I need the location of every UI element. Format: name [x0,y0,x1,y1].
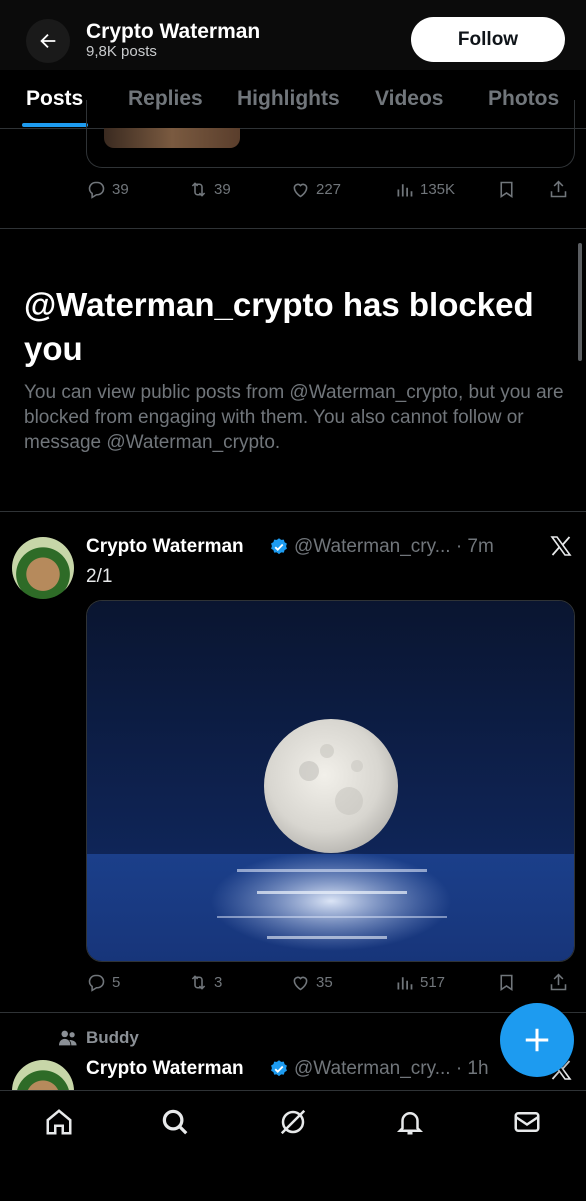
views-chart-icon [397,184,413,197]
like-count: 35 [316,974,333,991]
share-button[interactable] [548,972,569,993]
messages-icon[interactable] [512,1107,542,1137]
bottom-navigation [0,1090,586,1201]
like-button[interactable]: 227 [290,179,341,200]
views-button[interactable]: 135K [394,179,455,200]
notifications-icon[interactable] [395,1107,425,1137]
reply-button[interactable]: 5 [86,972,120,993]
like-count: 227 [316,181,342,198]
views-chart-icon [397,977,413,990]
bookmark-icon [500,181,513,198]
views-count: 517 [420,974,446,991]
previous-post-actions: 39 39 227 135K [86,179,576,203]
blocked-title: @Waterman_crypto has blocked you [24,286,534,367]
share-icon [550,180,567,198]
reply-count: 5 [112,974,121,991]
bookmark-icon [500,974,513,991]
post-count: 9,8K posts [86,43,157,60]
blocked-description: You can view public posts from @Waterman… [24,382,564,453]
back-arrow-icon [40,33,56,49]
views-button[interactable]: 517 [394,972,445,993]
reply-icon [88,181,105,199]
moon-over-sea-image [87,601,574,961]
views-count: 135K [420,181,456,198]
heart-icon [293,976,308,991]
tab-posts[interactable]: Posts [26,87,83,111]
bookmark-button[interactable] [496,972,517,993]
post-author-name[interactable]: Crypto Waterman [86,1058,244,1080]
home-icon[interactable] [44,1107,74,1137]
community-context[interactable]: Buddy [58,1028,139,1048]
x-logo-icon[interactable] [549,534,573,558]
reply-icon [88,974,105,992]
repost-count: 39 [214,181,231,198]
post-text: 2/1 [86,566,113,587]
post-handle-time[interactable]: @Waterman_cry... · 1h [294,1058,489,1080]
bookmark-button[interactable] [496,179,517,200]
search-icon[interactable] [160,1107,190,1137]
grok-icon[interactable] [278,1107,308,1137]
follow-button[interactable]: Follow [411,17,565,62]
plus-icon [525,1028,549,1052]
heart-icon [293,183,308,198]
share-icon [550,973,567,991]
divider [0,228,586,229]
previous-post-image[interactable] [104,128,240,148]
people-icon [59,1030,77,1046]
post-actions: 5 3 35 517 [86,972,576,996]
compose-post-button[interactable] [500,1003,574,1077]
reply-count: 39 [112,181,129,198]
like-button[interactable]: 35 [290,972,333,993]
profile-name: Crypto Waterman [86,20,261,43]
avatar[interactable] [12,537,74,599]
active-tab-indicator [22,123,88,127]
repost-icon [191,182,206,197]
community-name: Buddy [86,1028,139,1047]
repost-count: 3 [214,974,223,991]
post-author-name[interactable]: Crypto Waterman [86,536,244,558]
repost-button[interactable]: 3 [188,972,222,993]
divider [0,1012,586,1013]
repost-button[interactable]: 39 [188,179,231,200]
post-handle-time[interactable]: @Waterman_cry... · 7m [294,536,494,558]
share-button[interactable] [548,179,569,200]
verified-badge-icon [271,1060,287,1077]
verified-badge-icon [271,538,287,555]
reply-button[interactable]: 39 [86,179,129,200]
post-image-moon[interactable] [86,600,575,962]
repost-icon [191,975,206,990]
divider [0,511,586,512]
back-button[interactable] [26,19,70,63]
scrollbar[interactable] [578,243,582,361]
